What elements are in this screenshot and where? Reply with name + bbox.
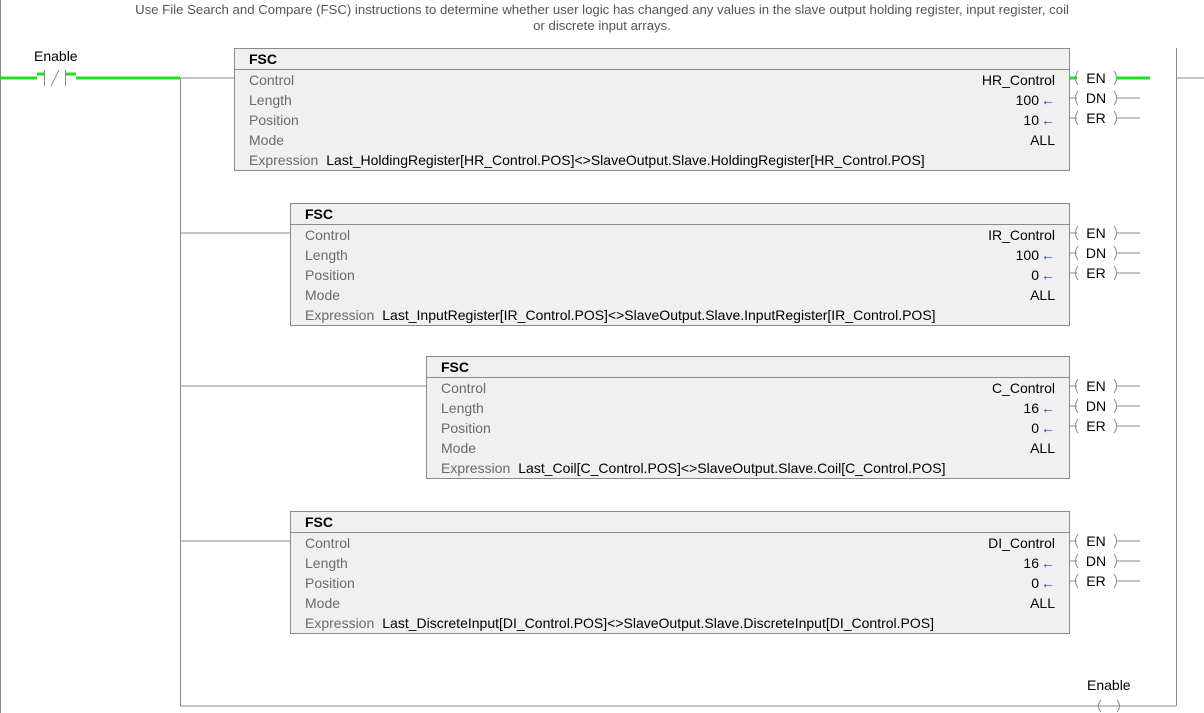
output-bit-label: ER (1086, 418, 1105, 434)
fsc-block-ir[interactable]: FSC Control IR_Control Length 100 ← Positio… (290, 203, 1070, 326)
value-arrow-icon: ← (1041, 92, 1055, 108)
output-bit-dn-2: DN (1068, 245, 1140, 261)
expression-label: Expression (305, 307, 375, 323)
length-value[interactable]: 16 (1023, 400, 1039, 416)
length-value[interactable]: 100 (1016, 92, 1039, 108)
position-label: Position (305, 575, 355, 591)
output-bit-label: EN (1086, 225, 1105, 241)
ladder-rung: Use File Search and Compare (FSC) instru… (0, 0, 1204, 713)
value-arrow-icon: ← (1041, 420, 1055, 436)
position-value[interactable]: 0 (1031, 575, 1039, 591)
expression-value[interactable]: Last_DiscreteInput[DI_Control.POS]<>Slav… (382, 615, 934, 631)
output-bit-dn-3: DN (1068, 398, 1140, 414)
output-bit-er-3: ER (1068, 418, 1140, 434)
control-value[interactable]: IR_Control (988, 225, 1055, 245)
output-bit-label: ER (1086, 110, 1105, 126)
fsc-block-coil[interactable]: FSC Control C_Control Length 16 ← Position 0… (426, 356, 1070, 479)
output-bit-dn-1: DN (1068, 90, 1140, 106)
mode-value[interactable]: ALL (1030, 130, 1055, 150)
output-bit-label: ER (1086, 573, 1105, 589)
mode-label: Mode (441, 440, 477, 456)
fsc-title: FSC (291, 512, 1069, 533)
value-arrow-icon: ← (1041, 575, 1055, 591)
expression-value[interactable]: Last_HoldingRegister[HR_Control.POS]<>Sl… (326, 152, 924, 168)
output-bit-dn-4: DN (1068, 553, 1140, 569)
mode-value[interactable]: ALL (1030, 285, 1055, 305)
fsc-block-di[interactable]: FSC Control DI_Control Length 16 ← Position… (290, 511, 1070, 634)
contact-slash (50, 69, 60, 87)
output-bit-en-4: EN (1068, 533, 1140, 549)
value-arrow-icon: ← (1041, 247, 1055, 263)
position-value[interactable]: 10 (1023, 112, 1039, 128)
fsc-title: FSC (235, 49, 1069, 70)
output-bit-en-1: EN (1068, 70, 1150, 86)
fsc-title: FSC (427, 357, 1069, 378)
output-bit-er-1: ER (1068, 110, 1140, 126)
control-value[interactable]: HR_Control (982, 70, 1055, 90)
value-arrow-icon: ← (1041, 400, 1055, 416)
length-label: Length (305, 555, 348, 571)
fsc-block-hr[interactable]: FSC Control HR_Control Length 100 ← Positio… (234, 48, 1070, 171)
control-value[interactable]: DI_Control (988, 533, 1055, 553)
output-bit-label: DN (1086, 245, 1106, 261)
xio-contact[interactable] (37, 69, 76, 87)
length-label: Length (441, 400, 484, 416)
output-bit-label: EN (1086, 378, 1105, 394)
value-arrow-icon: ← (1041, 267, 1055, 283)
output-bit-label: EN (1086, 533, 1105, 549)
control-label: Control (441, 380, 487, 396)
contact-tag-label: Enable (34, 48, 78, 64)
output-bit-label: DN (1086, 90, 1106, 106)
expression-label: Expression (441, 460, 511, 476)
length-value[interactable]: 100 (1016, 247, 1039, 263)
length-label: Length (305, 247, 348, 263)
value-arrow-icon: ← (1041, 112, 1055, 128)
output-bit-label: DN (1086, 398, 1106, 414)
mode-value[interactable]: ALL (1030, 593, 1055, 613)
output-bit-label: EN (1086, 70, 1105, 86)
position-label: Position (441, 420, 491, 436)
expression-value[interactable]: Last_InputRegister[IR_Control.POS]<>Slav… (382, 307, 935, 323)
output-coil-tag-label: Enable (1087, 677, 1131, 693)
position-value[interactable]: 0 (1031, 267, 1039, 283)
mode-label: Mode (305, 287, 341, 303)
position-value[interactable]: 0 (1031, 420, 1039, 436)
control-value[interactable]: C_Control (992, 378, 1055, 398)
output-bit-en-3: EN (1068, 378, 1140, 394)
output-bit-label: ER (1086, 265, 1105, 281)
expression-value[interactable]: Last_Coil[C_Control.POS]<>SlaveOutput.Sl… (518, 460, 945, 476)
position-label: Position (249, 112, 299, 128)
output-bits-group: EN DN ER EN DN ER EN DN ER EN DN ER (1068, 70, 1150, 589)
value-arrow-icon: ← (1041, 555, 1055, 571)
output-bit-er-4: ER (1068, 573, 1140, 589)
output-bit-label: DN (1086, 553, 1106, 569)
control-label: Control (249, 72, 295, 88)
mode-label: Mode (249, 132, 285, 148)
length-value[interactable]: 16 (1023, 555, 1039, 571)
output-bit-er-2: ER (1068, 265, 1140, 281)
control-label: Control (305, 227, 351, 243)
position-label: Position (305, 267, 355, 283)
length-label: Length (249, 92, 292, 108)
expression-label: Expression (305, 615, 375, 631)
mode-value[interactable]: ALL (1030, 438, 1055, 458)
output-bit-en-2: EN (1068, 225, 1140, 241)
expression-label: Expression (249, 152, 319, 168)
fsc-title: FSC (291, 204, 1069, 225)
control-label: Control (305, 535, 351, 551)
mode-label: Mode (305, 595, 341, 611)
